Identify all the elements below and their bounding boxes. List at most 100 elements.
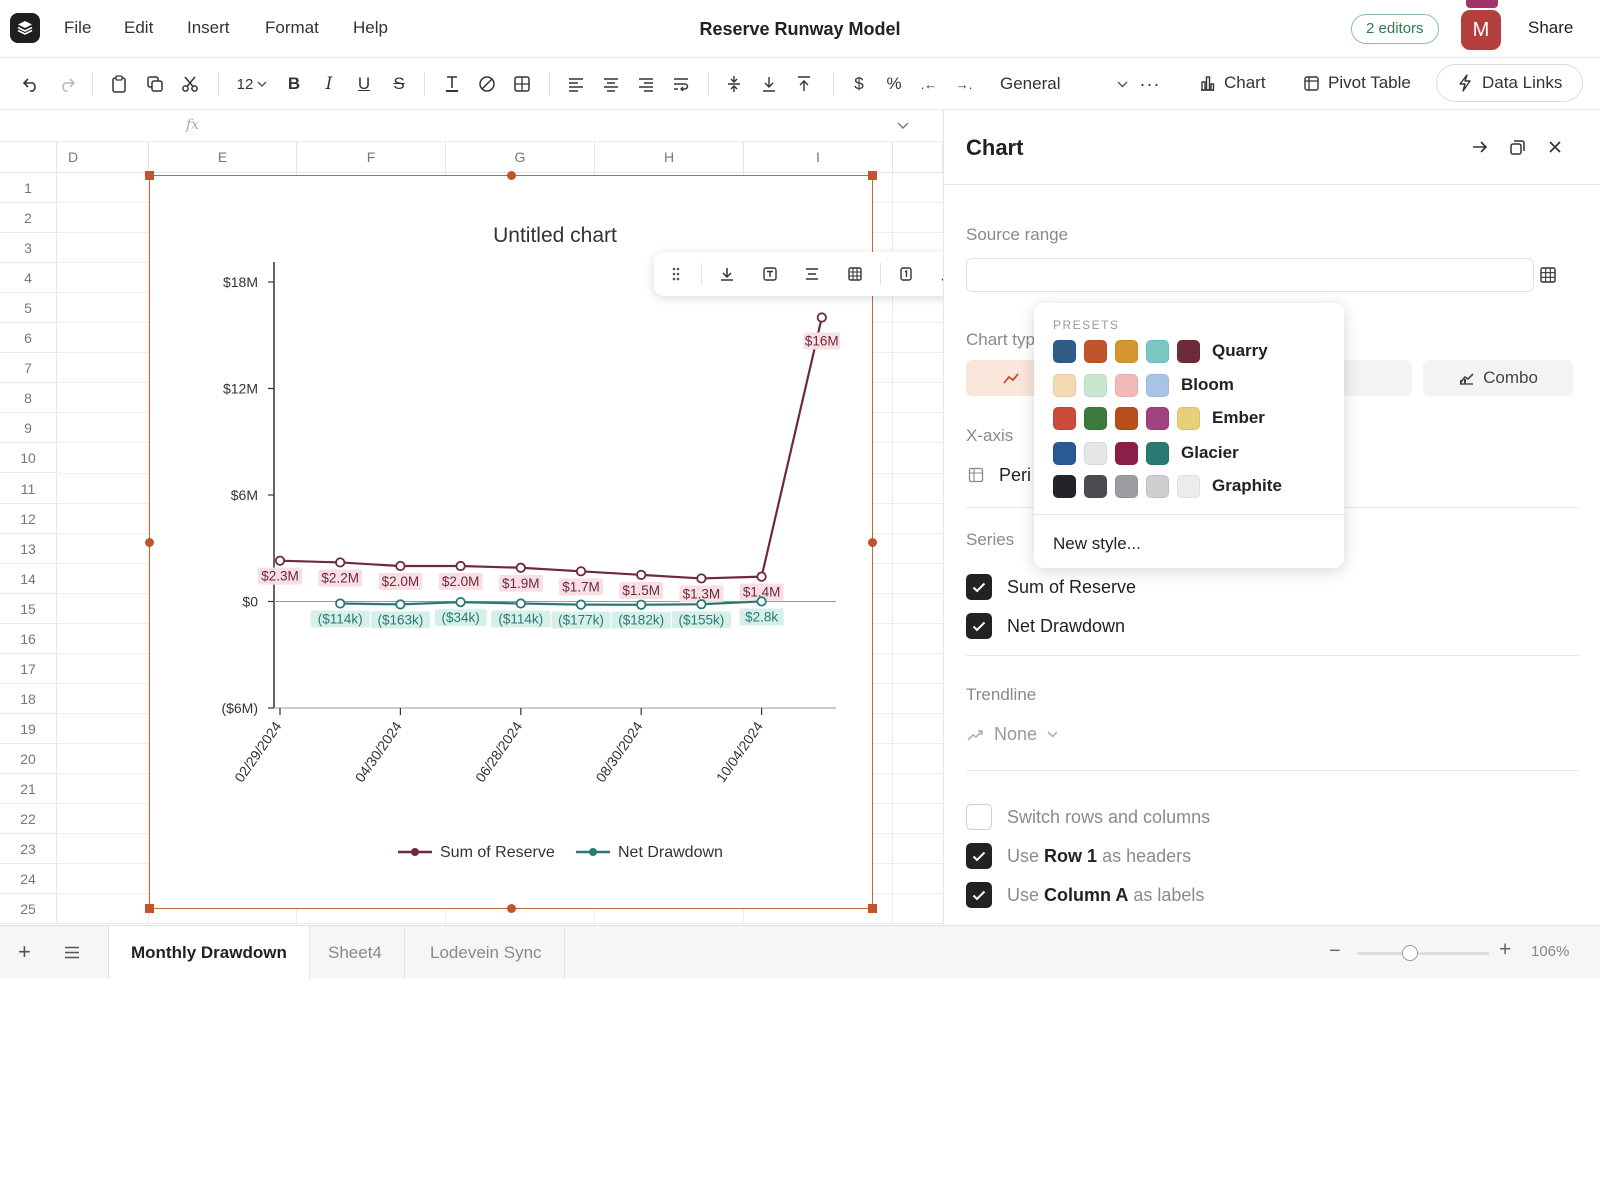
close-icon[interactable] xyxy=(1544,136,1566,158)
legend-label[interactable]: Sum of Reserve xyxy=(440,844,555,861)
data-point[interactable] xyxy=(515,562,526,573)
app-logo[interactable] xyxy=(10,13,40,43)
data-point[interactable] xyxy=(455,597,466,608)
valign-top-icon[interactable] xyxy=(791,70,817,98)
row-header[interactable]: 23 xyxy=(0,834,57,865)
row-header[interactable]: 24 xyxy=(0,864,57,895)
data-label-icon[interactable] xyxy=(891,260,921,288)
currency-format-button[interactable]: $ xyxy=(846,70,872,98)
share-button[interactable]: Share xyxy=(1528,18,1573,38)
x-axis-value[interactable]: Peri xyxy=(999,465,1031,486)
align-right-icon[interactable] xyxy=(633,70,659,98)
redo-icon[interactable] xyxy=(54,70,80,98)
row-header[interactable]: 22 xyxy=(0,804,57,835)
preset-ember[interactable]: Ember xyxy=(1053,405,1265,431)
data-point[interactable] xyxy=(395,599,406,610)
clear-format-icon[interactable] xyxy=(474,70,500,98)
preset-glacier[interactable]: Glacier xyxy=(1053,440,1239,466)
column-header[interactable]: H xyxy=(595,142,744,173)
row-header[interactable]: 1 xyxy=(0,173,57,204)
menu-file[interactable]: File xyxy=(64,18,91,38)
preset-graphite[interactable]: Graphite xyxy=(1053,473,1282,499)
data-point[interactable] xyxy=(756,571,767,582)
data-point[interactable] xyxy=(455,560,466,572)
data-point[interactable] xyxy=(395,560,406,572)
arrow-right-icon[interactable] xyxy=(1469,136,1491,158)
sheet-tab-sheet4[interactable]: Sheet4 xyxy=(306,926,405,979)
use-column-labels-checkbox[interactable] xyxy=(966,882,992,908)
row-header[interactable]: 4 xyxy=(0,263,57,294)
data-links-button[interactable]: Data Links xyxy=(1436,64,1584,102)
align-center-icon[interactable] xyxy=(598,70,624,98)
menu-help[interactable]: Help xyxy=(353,18,388,38)
resize-handle[interactable] xyxy=(145,171,154,180)
data-point[interactable] xyxy=(636,569,647,580)
row-header[interactable]: 10 xyxy=(0,443,57,474)
switch-rows-checkbox[interactable] xyxy=(966,804,992,830)
data-point[interactable] xyxy=(696,573,707,584)
align-left-icon[interactable] xyxy=(563,70,589,98)
series-checkbox[interactable] xyxy=(966,574,992,600)
legend-label[interactable]: Net Drawdown xyxy=(618,844,723,861)
document-title[interactable]: Reserve Runway Model xyxy=(600,19,1000,40)
row-header[interactable]: 20 xyxy=(0,743,57,774)
align-icon[interactable] xyxy=(797,260,827,288)
strikethrough-icon[interactable]: S xyxy=(386,70,412,98)
zoom-out-icon[interactable]: − xyxy=(1329,940,1341,963)
zoom-in-icon[interactable]: + xyxy=(1499,938,1511,962)
new-style-button[interactable]: New style... xyxy=(1053,534,1141,554)
corner-cell[interactable] xyxy=(0,142,57,173)
editors-badge[interactable]: 2 editors xyxy=(1351,14,1439,44)
data-point[interactable] xyxy=(636,599,647,610)
trendline-select[interactable]: None xyxy=(966,724,1058,745)
row-header[interactable]: 15 xyxy=(0,593,57,624)
row-header[interactable]: 11 xyxy=(0,473,57,504)
row-header[interactable]: 17 xyxy=(0,653,57,684)
row-header[interactable]: 18 xyxy=(0,683,57,714)
borders-icon[interactable] xyxy=(509,70,535,98)
resize-handle[interactable] xyxy=(868,904,877,913)
wrap-text-icon[interactable] xyxy=(668,70,694,98)
chevron-down-icon[interactable] xyxy=(897,122,909,130)
sheet-list-icon[interactable] xyxy=(64,946,80,959)
resize-handle[interactable] xyxy=(507,904,516,913)
bold-icon[interactable]: B xyxy=(281,70,307,98)
valign-middle-icon[interactable] xyxy=(721,70,747,98)
resize-handle[interactable] xyxy=(507,171,516,180)
pivot-table-button[interactable]: Pivot Table xyxy=(1303,73,1411,93)
more-icon[interactable]: ··· xyxy=(1137,70,1163,98)
resize-handle[interactable] xyxy=(868,171,877,180)
drag-handle-icon[interactable] xyxy=(661,260,691,288)
data-point[interactable] xyxy=(335,557,346,568)
data-point[interactable] xyxy=(274,555,286,566)
source-range-input[interactable] xyxy=(966,258,1534,292)
data-point[interactable] xyxy=(515,598,526,609)
row-header[interactable]: 2 xyxy=(0,203,57,234)
use-row-headers-checkbox[interactable] xyxy=(966,843,992,869)
chart-title[interactable]: Untitled chart xyxy=(493,224,617,247)
resize-handle[interactable] xyxy=(145,538,154,547)
cut-icon[interactable] xyxy=(177,70,203,98)
decrease-decimal-icon[interactable]: .← xyxy=(916,70,942,98)
row-header[interactable]: 6 xyxy=(0,323,57,354)
series-checkbox[interactable] xyxy=(966,613,992,639)
data-point[interactable] xyxy=(575,599,587,610)
menu-edit[interactable]: Edit xyxy=(124,18,153,38)
chart-type-combo-button[interactable]: Combo xyxy=(1423,360,1573,396)
percent-format-button[interactable]: % xyxy=(881,70,907,98)
data-point[interactable] xyxy=(696,599,707,610)
data-point[interactable] xyxy=(335,598,346,609)
undo-icon[interactable] xyxy=(18,70,44,98)
data-point[interactable] xyxy=(816,312,827,323)
sheet-tab-monthly-drawdown[interactable]: Monthly Drawdown xyxy=(108,926,310,979)
increase-decimal-icon[interactable]: →. xyxy=(951,70,977,98)
add-sheet-icon[interactable]: + xyxy=(18,941,31,963)
italic-icon[interactable]: I xyxy=(316,70,342,98)
column-header[interactable]: D xyxy=(57,142,149,173)
chart-button[interactable]: Chart xyxy=(1199,73,1266,93)
resize-handle[interactable] xyxy=(145,904,154,913)
column-header[interactable]: G xyxy=(446,142,595,173)
sheet-tab-lodevein-sync[interactable]: Lodevein Sync xyxy=(408,926,565,979)
row-header[interactable]: 21 xyxy=(0,774,57,805)
zoom-slider-handle[interactable] xyxy=(1401,945,1418,961)
